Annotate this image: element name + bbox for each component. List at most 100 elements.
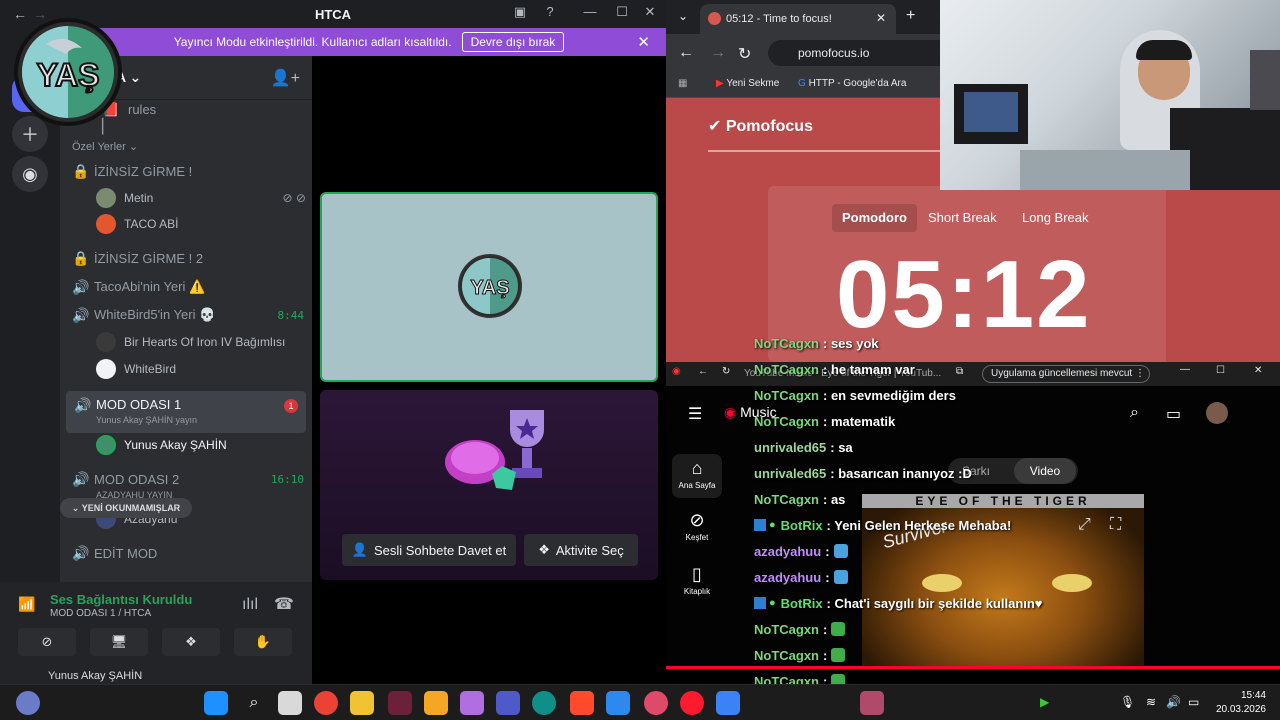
- screen-share-icon[interactable]: 🖥: [90, 628, 148, 656]
- voice-status[interactable]: Ses Bağlantısı Kuruldu: [50, 592, 192, 607]
- header-divider: [708, 150, 940, 152]
- play-icon[interactable]: ▶: [1040, 695, 1049, 709]
- category-header[interactable]: Özel Yerler ⌄: [72, 140, 138, 153]
- participant-avatar: YAŞ: [458, 254, 522, 318]
- chat-message: NoTCagxn:: [754, 642, 846, 668]
- choose-activity-button[interactable]: ❖ Aktivite Seç: [524, 534, 638, 566]
- channel-mod-odasi-2[interactable]: 🔊 MOD ODASI 2 16:10: [72, 468, 304, 490]
- disable-streamer-mode-button[interactable]: Devre dışı bırak: [461, 32, 565, 52]
- chat-username: unrivaled65: [754, 439, 827, 455]
- channel-izinsiz-girme-2[interactable]: 🔒 İZİNSİZ GİRME ! 2: [72, 247, 304, 269]
- address-bar[interactable]: pomofocus.io: [768, 40, 940, 66]
- volume-icon[interactable]: 🔊: [1166, 695, 1181, 709]
- bookmark-google[interactable]: G HTTP - Google'da Ara: [798, 78, 906, 89]
- chat-text: : Chat'i saygılı bir şekilde kullanın♥: [826, 595, 1043, 611]
- nav-explore[interactable]: ⊘ Keşfet: [672, 510, 722, 542]
- edge-icon[interactable]: [532, 691, 556, 715]
- channel-edit-mod[interactable]: 🔊 EDİT MOD: [72, 542, 304, 564]
- disconnect-icon[interactable]: ☎: [274, 594, 294, 614]
- search-icon[interactable]: ⌕: [242, 691, 266, 715]
- store-icon[interactable]: [606, 691, 630, 715]
- app-icon[interactable]: [860, 691, 884, 715]
- microphone-icon[interactable]: 🎙: [1120, 695, 1135, 709]
- speaker-icon: 🔊: [72, 544, 90, 561]
- banner-close-icon[interactable]: ✕: [637, 33, 650, 51]
- avatar: [96, 359, 116, 379]
- participant-tile[interactable]: YAŞ: [320, 192, 658, 382]
- voice-user[interactable]: Bir Hearts Of Iron IV Bağımlısı: [96, 331, 306, 353]
- tab-short-break[interactable]: Short Break: [918, 204, 1007, 232]
- reload-icon[interactable]: ↻: [722, 366, 730, 377]
- file-explorer-icon[interactable]: [350, 691, 374, 715]
- bookmark-youtube[interactable]: ▶ Yeni Sekme: [716, 78, 779, 89]
- pomofocus-logo[interactable]: ✔ Pomofocus: [708, 116, 813, 136]
- chat-text: :: [825, 569, 830, 585]
- hamburger-menu-icon[interactable]: ☰: [688, 404, 702, 424]
- back-arrow-icon[interactable]: ←: [678, 44, 694, 62]
- youtube-music-icon[interactable]: [644, 691, 668, 715]
- forward-arrow-icon[interactable]: →: [710, 44, 726, 62]
- tab-strip: ⌄ 05:12 - Time to focus! ✕ +: [666, 0, 940, 34]
- chat-text: : as: [823, 491, 846, 507]
- bookmarks-bar: ▦ ▶ Yeni Sekme G HTTP - Google'da Ara: [666, 72, 940, 98]
- reload-icon[interactable]: ↻: [738, 44, 751, 64]
- app-icon[interactable]: [570, 691, 594, 715]
- new-tab-icon[interactable]: +: [906, 7, 915, 25]
- chat-username: BotRix: [780, 517, 823, 533]
- chat-username: NoTCagxn: [754, 335, 819, 351]
- app-icon[interactable]: [424, 691, 448, 715]
- tab-search-icon[interactable]: ⌄: [678, 9, 688, 23]
- minimize-icon[interactable]: —: [576, 4, 604, 24]
- battery-icon[interactable]: ▭: [1188, 695, 1199, 709]
- channel-mod-odasi-1[interactable]: 🔊 MOD ODASI 1 Yunus Akay ŞAHİN yayın 1: [66, 391, 306, 433]
- tab-pomodoro[interactable]: Pomodoro: [832, 204, 917, 232]
- opera-icon[interactable]: [680, 691, 704, 715]
- help-icon[interactable]: ?: [536, 4, 564, 24]
- teams-icon[interactable]: [496, 691, 520, 715]
- tab-long-break[interactable]: Long Break: [1012, 204, 1099, 232]
- task-view-icon[interactable]: [278, 691, 302, 715]
- chrome-icon[interactable]: [314, 691, 338, 715]
- close-tab-icon[interactable]: ✕: [876, 11, 886, 25]
- tab-pomofocus[interactable]: 05:12 - Time to focus! ✕: [700, 4, 896, 34]
- start-icon[interactable]: [204, 691, 228, 715]
- add-user-icon: 👤: [351, 542, 368, 557]
- maximize-icon[interactable]: ☐: [608, 4, 636, 24]
- chat-username: BotRix: [780, 595, 823, 611]
- home-icon: ⌂: [691, 458, 703, 478]
- app-icon[interactable]: [716, 691, 740, 715]
- widgets-icon[interactable]: [16, 691, 40, 715]
- copilot-icon[interactable]: [460, 691, 484, 715]
- new-unreads-pill[interactable]: ⌄ YENİ OKUNMAMIŞLAR: [60, 498, 192, 518]
- channel-whitebird[interactable]: 🔊 WhiteBird5'in Yeri 💀 8:44: [72, 304, 304, 326]
- soundboard-icon[interactable]: ✋: [234, 628, 292, 656]
- nav-home[interactable]: ⌂ Ana Sayfa: [672, 454, 722, 498]
- inbox-icon[interactable]: ▣: [506, 4, 534, 24]
- chat-username: unrivaled65: [754, 465, 827, 481]
- invite-to-voice-button[interactable]: 👤 Sesli Sohbete Davet et: [342, 534, 516, 566]
- svg-text:YAŞ: YAŞ: [470, 277, 509, 299]
- noise-suppression-icon[interactable]: ılıl: [242, 596, 258, 614]
- app-icon[interactable]: [388, 691, 412, 715]
- voice-user[interactable]: WhiteBird: [96, 358, 306, 380]
- activities-icon[interactable]: ❖: [162, 628, 220, 656]
- wifi-icon[interactable]: ≋: [1146, 695, 1156, 709]
- back-arrow-icon[interactable]: ←: [698, 366, 708, 377]
- nav-library[interactable]: ▯ Kitaplık: [672, 564, 722, 596]
- clock[interactable]: 15:44 20.03.2026: [1216, 689, 1266, 717]
- close-icon[interactable]: ✕: [636, 4, 664, 24]
- voice-user[interactable]: Yunus Akay ŞAHİN: [96, 434, 306, 456]
- chat-message: NoTCagxn: he tamam var: [754, 356, 915, 382]
- chat-text: : basarıcan inanıyoz :D: [830, 465, 972, 481]
- apps-icon[interactable]: ▦: [678, 78, 687, 89]
- invite-people-icon[interactable]: 👤+: [271, 68, 300, 88]
- channel-tacoabi[interactable]: 🔊 TacoAbi'nin Yeri ⚠️: [72, 276, 304, 298]
- chat-text: : en sevmediğim ders: [823, 387, 956, 403]
- chat-text: : sa: [830, 439, 853, 455]
- camera-off-icon[interactable]: ⊘: [18, 628, 76, 656]
- channel-izinsiz-girme[interactable]: 🔒 İZİNSİZ GİRME !: [72, 160, 304, 182]
- windows-taskbar: ⌕ ▶ 🎙 ≋ 🔊 ▭ 15:44 20.03.2026: [0, 684, 1280, 720]
- voice-user[interactable]: TACO ABİ: [96, 213, 306, 235]
- voice-user[interactable]: Metin ⊘ ⊘: [96, 187, 306, 209]
- explore-icon[interactable]: ◉: [12, 156, 48, 192]
